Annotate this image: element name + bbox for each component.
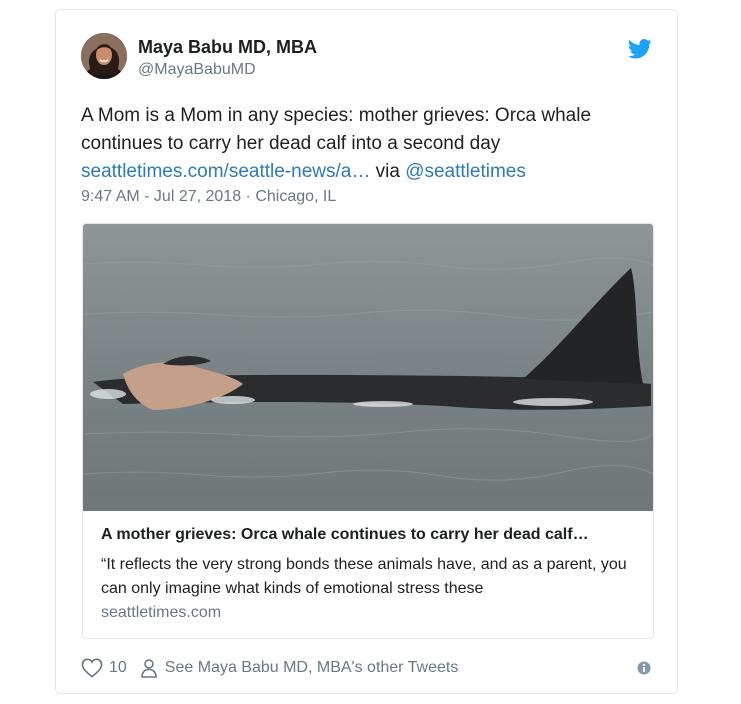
card-description: “It reflects the very strong bonds these… [101, 556, 627, 597]
author-handle[interactable]: @MayaBabuMD [138, 61, 256, 79]
see-other-tweets-label: See Maya Babu MD, MBA's other Tweets [164, 659, 459, 676]
card-domain: seattletimes.com [101, 604, 222, 621]
tweet-timestamp[interactable]: 9:47 AM - Jul 27, 2018 · Chicago, IL [81, 188, 336, 206]
link-card[interactable]: A mother grieves: Orca whale continues t… [82, 223, 654, 639]
like-button[interactable]: 10 [81, 658, 127, 678]
twitter-bird-icon[interactable] [627, 39, 652, 59]
tweet-footer: 10 See Maya Babu MD, MBA's other Tweets [81, 658, 458, 678]
person-icon [140, 658, 157, 678]
mention-link[interactable]: @seattletimes [405, 161, 526, 182]
via-label: via [375, 161, 400, 182]
like-count: 10 [109, 659, 127, 676]
info-icon[interactable] [636, 660, 652, 676]
tweet-body: A Mom is a Mom in any species: mother gr… [81, 105, 592, 154]
card-image [83, 224, 653, 511]
heart-icon [81, 658, 103, 678]
tweet-text: A Mom is a Mom in any species: mother gr… [81, 102, 656, 186]
article-link[interactable]: seattletimes.com/seattle-news/a… [81, 161, 370, 182]
embedded-tweet: Maya Babu MD, MBA @MayaBabuMD A Mom is a… [55, 9, 678, 694]
card-title[interactable]: A mother grieves: Orca whale continues t… [101, 526, 641, 544]
author-display-name[interactable]: Maya Babu MD, MBA [138, 37, 317, 58]
see-other-tweets-link[interactable]: See Maya Babu MD, MBA's other Tweets [140, 658, 459, 678]
avatar[interactable] [81, 33, 127, 79]
